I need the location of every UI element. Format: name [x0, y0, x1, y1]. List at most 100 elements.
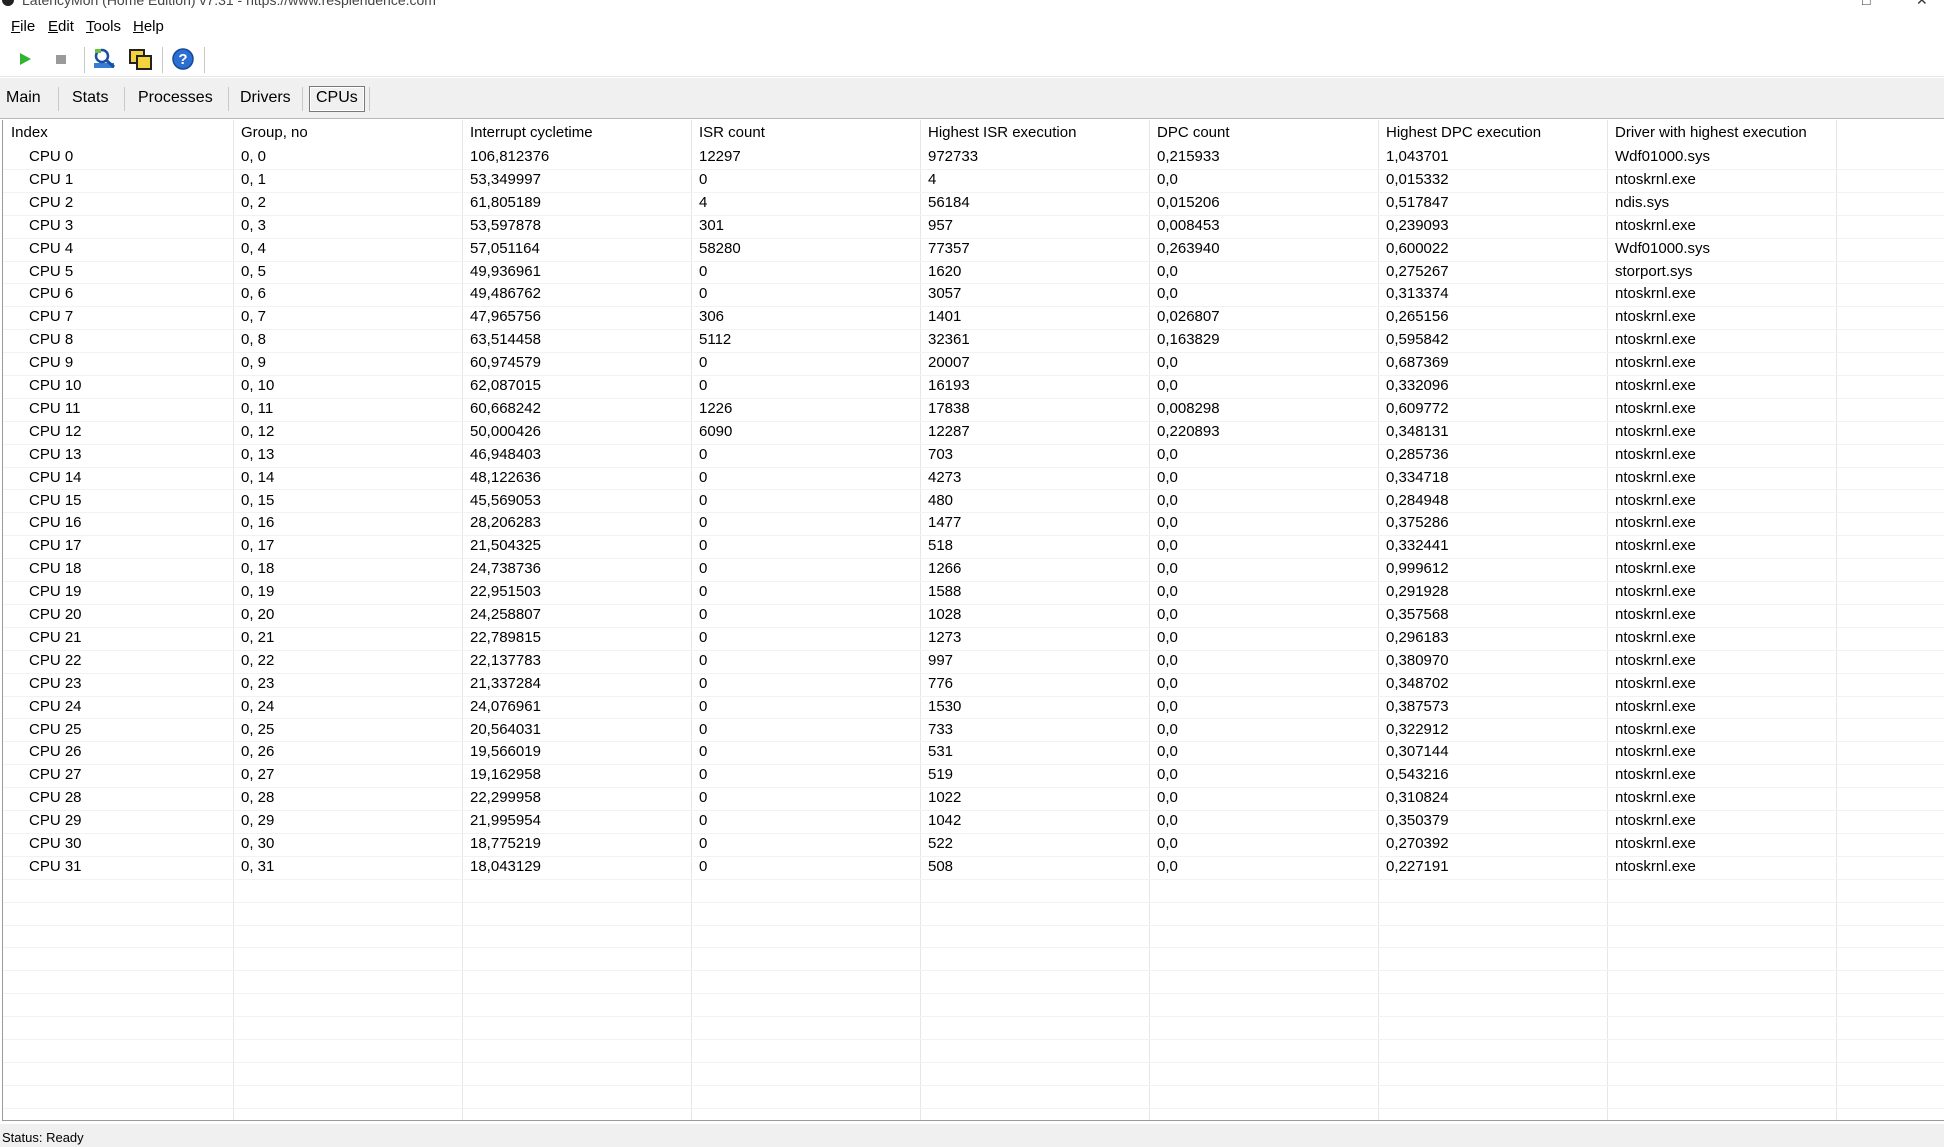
table-cell: 703 [928, 446, 954, 463]
table-cell: 0,0 [1157, 446, 1178, 463]
table-cell: ntoskrnl.exe [1615, 469, 1696, 486]
header-highest-dpc[interactable]: Highest DPC execution [1386, 124, 1541, 141]
table-row[interactable]: CPU 19 0, 19 22,951503 0 1588 0,0 0,291928 ntos… [3, 581, 1944, 604]
table-cell: 0 [699, 285, 708, 302]
table-row[interactable]: CPU 4 0, 4 57,051164 58280 77357 0,263940 0,60… [3, 238, 1944, 261]
table-row[interactable]: CPU 7 0, 7 47,965756 306 1401 0,026807 0,26515… [3, 306, 1944, 329]
table-cell: 24,076961 [470, 698, 541, 715]
table-row[interactable]: CPU 22 0, 22 22,137783 0 997 0,0 0,380970 ntosk… [3, 650, 1944, 673]
table-cell: 0 [699, 743, 708, 760]
table-row[interactable]: CPU 9 0, 9 60,974579 0 20007 0,0 0,687369 ntosk… [3, 352, 1944, 375]
tab-processes[interactable]: Processes [132, 86, 219, 110]
header-index[interactable]: Index [11, 124, 48, 141]
table-cell: 0, 0 [241, 148, 267, 165]
header-interrupt-cycletime[interactable]: Interrupt cycletime [470, 124, 593, 141]
table-row[interactable]: CPU 29 0, 29 21,995954 0 1042 0,0 0,350379 ntos… [3, 810, 1944, 833]
close-icon[interactable]: ✕ [1916, 0, 1928, 9]
table-row[interactable]: CPU 23 0, 23 21,337284 0 776 0,0 0,348702 ntosk… [3, 673, 1944, 696]
table-cell: ntoskrnl.exe [1615, 285, 1696, 302]
table-cell: 0,0 [1157, 835, 1178, 852]
table-row[interactable]: CPU 5 0, 5 49,936961 0 1620 0,0 0,275267 storpo… [3, 261, 1944, 284]
table-row[interactable]: CPU 11 0, 11 60,668242 1226 17838 0,008298 0,6… [3, 398, 1944, 421]
table-row[interactable]: CPU 10 0, 10 62,087015 0 16193 0,0 0,332096 nto… [3, 375, 1944, 398]
table-cell: 0 [699, 721, 708, 738]
table-row[interactable]: CPU 6 0, 6 49,486762 0 3057 0,0 0,313374 ntoskr… [3, 283, 1944, 306]
table-row[interactable]: CPU 26 0, 26 19,566019 0 531 0,0 0,307144 ntosk… [3, 741, 1944, 764]
table-cell: 0 [699, 606, 708, 623]
table-cell: 0 [699, 858, 708, 875]
tab-drivers[interactable]: Drivers [234, 86, 297, 110]
table-cell: 0, 24 [241, 698, 275, 715]
menu-edit[interactable]: Edit [48, 18, 74, 35]
table-row[interactable]: CPU 3 0, 3 53,597878 301 957 0,008453 0,239093… [3, 215, 1944, 238]
tab-main[interactable]: Main [0, 86, 47, 110]
table-cell: 0, 14 [241, 469, 275, 486]
table-cell: ntoskrnl.exe [1615, 354, 1696, 371]
table-cell: 0,0 [1157, 285, 1178, 302]
table-row[interactable]: CPU 16 0, 16 28,206283 0 1477 0,0 0,375286 ntos… [3, 512, 1944, 535]
table-cell: 1477 [928, 514, 962, 531]
table-cell: 0,0 [1157, 583, 1178, 600]
table-row[interactable]: CPU 28 0, 28 22,299958 0 1022 0,0 0,310824 ntos… [3, 787, 1944, 810]
start-monitor-button[interactable] [10, 45, 40, 73]
table-row[interactable]: CPU 1 0, 1 53,349997 0 4 0,0 0,015332 ntoskrnl.… [3, 169, 1944, 192]
table-row[interactable]: CPU 14 0, 14 48,122636 0 4273 0,0 0,334718 ntos… [3, 467, 1944, 490]
tab-cpus[interactable]: CPUs [309, 86, 365, 112]
table-cell: 0,543216 [1386, 766, 1449, 783]
table-cell: 0,310824 [1386, 789, 1449, 806]
help-button[interactable]: ? [168, 45, 198, 73]
table-row[interactable]: CPU 17 0, 17 21,504325 0 518 0,0 0,332441 ntosk… [3, 535, 1944, 558]
table-cell: 0,0 [1157, 743, 1178, 760]
table-row[interactable]: CPU 2 0, 2 61,805189 4 56184 0,015206 0,517847… [3, 192, 1944, 215]
table-row[interactable]: CPU 18 0, 18 24,738736 0 1266 0,0 0,999612 ntos… [3, 558, 1944, 581]
header-dpc-count[interactable]: DPC count [1157, 124, 1230, 141]
table-row[interactable]: CPU 8 0, 8 63,514458 5112 32361 0,163829 0,595… [3, 329, 1944, 352]
table-cell: 5112 [699, 331, 732, 348]
table-cell: 0, 29 [241, 812, 275, 829]
row-divider [3, 1085, 1944, 1086]
table-cell: 0,015206 [1157, 194, 1220, 211]
windows-button[interactable] [126, 45, 156, 73]
table-cell: 0,291928 [1386, 583, 1449, 600]
table-cell: CPU 19 [29, 583, 82, 600]
table-cell: 0, 15 [241, 492, 275, 509]
tab-stats[interactable]: Stats [66, 86, 114, 110]
menu-file[interactable]: File [11, 18, 35, 35]
table-row[interactable]: CPU 12 0, 12 50,000426 6090 12287 0,220893 0,3… [3, 421, 1944, 444]
table-cell: 0,348702 [1386, 675, 1449, 692]
table-cell: 0, 12 [241, 423, 275, 440]
header-isr-count[interactable]: ISR count [699, 124, 765, 141]
table-cell: ntoskrnl.exe [1615, 514, 1696, 531]
table-cell: 45,569053 [470, 492, 541, 509]
table-row[interactable]: CPU 25 0, 25 20,564031 0 733 0,0 0,322912 ntosk… [3, 719, 1944, 742]
stop-monitor-button[interactable] [46, 45, 76, 73]
table-row[interactable]: CPU 20 0, 20 24,258807 0 1028 0,0 0,357568 ntos… [3, 604, 1944, 627]
analyze-button[interactable] [90, 45, 120, 73]
cpu-table[interactable]: Index Group, no Interrupt cycletime ISR cou… [2, 120, 1944, 1121]
table-row[interactable]: CPU 31 0, 31 18,043129 0 508 0,0 0,227191 ntosk… [3, 856, 1944, 879]
table-cell: 19,566019 [470, 743, 541, 760]
header-group[interactable]: Group, no [241, 124, 308, 141]
table-row[interactable]: CPU 21 0, 21 22,789815 0 1273 0,0 0,296183 ntos… [3, 627, 1944, 650]
table-cell: 47,965756 [470, 308, 541, 325]
menu-help[interactable]: Help [133, 18, 164, 35]
table-row[interactable]: CPU 15 0, 15 45,569053 0 480 0,0 0,284948 ntosk… [3, 490, 1944, 513]
table-cell: 49,936961 [470, 263, 541, 280]
table-row[interactable]: CPU 27 0, 27 19,162958 0 519 0,0 0,543216 ntosk… [3, 764, 1944, 787]
table-row[interactable]: CPU 24 0, 24 24,076961 0 1530 0,0 0,387573 ntos… [3, 696, 1944, 719]
maximize-icon[interactable]: □ [1862, 0, 1870, 8]
table-cell: 0 [699, 675, 708, 692]
menu-tools[interactable]: Tools [86, 18, 121, 35]
tab-bar: Main Stats Processes Drivers CPUs [0, 78, 1944, 119]
analyze-icon [94, 48, 115, 69]
table-cell: 57,051164 [470, 240, 540, 257]
table-cell: 0, 31 [241, 858, 275, 875]
table-row[interactable]: CPU 30 0, 30 18,775219 0 522 0,0 0,270392 ntosk… [3, 833, 1944, 856]
table-cell: 53,349997 [470, 171, 541, 188]
table-cell: 0, 9 [241, 354, 267, 371]
header-highest-isr[interactable]: Highest ISR execution [928, 124, 1076, 141]
table-row[interactable]: CPU 0 0, 0 106,812376 12297 972733 0,215933 1,… [3, 146, 1944, 169]
header-driver[interactable]: Driver with highest execution [1615, 124, 1807, 141]
table-row[interactable]: CPU 13 0, 13 46,948403 0 703 0,0 0,285736 ntosk… [3, 444, 1944, 467]
table-cell: 0, 30 [241, 835, 275, 852]
